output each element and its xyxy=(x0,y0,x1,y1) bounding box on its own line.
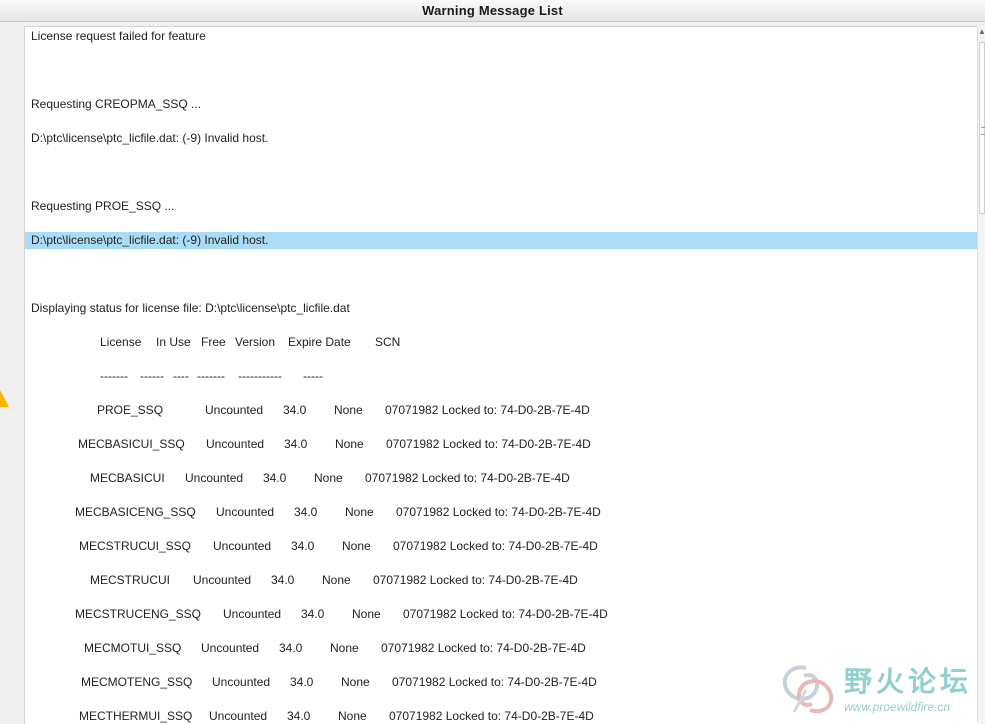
table-separator: ----- xyxy=(303,369,323,383)
version-value: 34.0 xyxy=(294,505,318,519)
version-value: 34.0 xyxy=(279,641,303,655)
table-row[interactable]: MECSTRUCUI_SSQ Uncounted 34.0 None 07071982 … xyxy=(25,538,978,555)
expire-value: None xyxy=(322,573,351,587)
scn-value: 07071982 Locked to: 74-D0-2B-7E-4D xyxy=(403,607,608,621)
message-line[interactable] xyxy=(25,266,978,283)
message-text: Requesting PROE_SSQ ... xyxy=(31,199,175,213)
message-text: Displaying status for license file: D:\p… xyxy=(31,301,350,315)
scn-value: 07071982 Locked to: 74-D0-2B-7E-4D xyxy=(373,573,578,587)
message-text: License request failed for feature xyxy=(31,29,206,43)
in-use-value: Uncounted xyxy=(209,709,268,723)
license-name: MECBASICENG_SSQ xyxy=(75,505,196,519)
window-title: Warning Message List xyxy=(0,0,985,22)
table-separator: ------- xyxy=(197,369,225,383)
left-gutter xyxy=(0,22,23,723)
table-row[interactable]: MECMOTENG_SSQ Uncounted 34.0 None 07071982 L… xyxy=(25,674,978,691)
scn-value: 07071982 Locked to: 74-D0-2B-7E-4D xyxy=(396,505,601,519)
scn-value: 07071982 Locked to: 74-D0-2B-7E-4D xyxy=(393,539,598,553)
message-line[interactable]: Displaying status for license file: D:\p… xyxy=(25,300,978,317)
message-text: D:\ptc\license\ptc_licfile.dat: (-9) Inv… xyxy=(31,233,269,247)
version-value: 34.0 xyxy=(287,709,311,723)
table-row[interactable]: PROE_SSQ Uncounted 34.0 None 07071982 Locked… xyxy=(25,402,978,419)
table-row[interactable]: MECMOTUI_SSQ Uncounted 34.0 None 07071982 Lo… xyxy=(25,640,978,657)
message-text: D:\ptc\license\ptc_licfile.dat: (-9) Inv… xyxy=(31,131,269,145)
in-use-value: Uncounted xyxy=(201,641,260,655)
table-row[interactable]: MECSTRUCUI Uncounted 34.0 None 07071982 Lock… xyxy=(25,572,978,589)
message-line[interactable]: D:\ptc\license\ptc_licfile.dat: (-9) Inv… xyxy=(25,232,978,249)
message-line[interactable]: Requesting CREOPMA_SSQ ... xyxy=(25,96,978,113)
warning-icon xyxy=(0,390,9,407)
table-separator: ------- xyxy=(100,369,128,383)
scroll-thumb[interactable] xyxy=(979,42,985,214)
expire-value: None xyxy=(352,607,381,621)
in-use-value: Uncounted xyxy=(212,675,271,689)
scn-value: 07071982 Locked to: 74-D0-2B-7E-4D xyxy=(386,437,591,451)
grip-icon xyxy=(981,127,985,135)
message-text: Requesting CREOPMA_SSQ ... xyxy=(31,97,202,111)
in-use-value: Uncounted xyxy=(205,403,264,417)
table-row[interactable]: MECBASICUI Uncounted 34.0 None 07071982 Lock… xyxy=(25,470,978,487)
license-table-header[interactable]: License In Use Free Version Expire Date SCN xyxy=(25,334,978,351)
expire-value: None xyxy=(330,641,359,655)
license-name: MECBASICUI xyxy=(90,471,165,485)
version-value: 34.0 xyxy=(284,437,308,451)
table-header-cell: Free xyxy=(201,335,226,349)
in-use-value: Uncounted xyxy=(223,607,282,621)
version-value: 34.0 xyxy=(283,403,307,417)
in-use-value: Uncounted xyxy=(216,505,275,519)
table-header-cell: Expire Date xyxy=(288,335,351,349)
message-line[interactable]: Requesting PROE_SSQ ... xyxy=(25,198,978,215)
table-row[interactable]: MECBASICUI_SSQ Uncounted 34.0 None 07071982 … xyxy=(25,436,978,453)
scn-value: 07071982 Locked to: 74-D0-2B-7E-4D xyxy=(392,675,597,689)
table-header-cell: In Use xyxy=(156,335,191,349)
license-name: MECSTRUCUI_SSQ xyxy=(79,539,192,553)
expire-value: None xyxy=(341,675,370,689)
expire-value: None xyxy=(345,505,374,519)
license-name: MECBASICUI_SSQ xyxy=(78,437,185,451)
vertical-scrollbar[interactable]: ▲ xyxy=(977,26,985,723)
license-table-separator[interactable]: ------- ------ ---- ------- ----------- ----- xyxy=(25,368,978,385)
expire-value: None xyxy=(335,437,364,451)
table-separator: ----------- xyxy=(238,369,282,383)
license-name: MECTHERMUI_SSQ xyxy=(79,709,193,723)
chevron-up-icon[interactable]: ▲ xyxy=(978,26,985,38)
in-use-value: Uncounted xyxy=(206,437,265,451)
license-name: PROE_SSQ xyxy=(97,403,164,417)
table-row[interactable]: MECBASICENG_SSQ Uncounted 34.0 None 07071982… xyxy=(25,504,978,521)
version-value: 34.0 xyxy=(290,675,314,689)
expire-value: None xyxy=(334,403,363,417)
in-use-value: Uncounted xyxy=(193,573,252,587)
in-use-value: Uncounted xyxy=(213,539,272,553)
scn-value: 07071982 Locked to: 74-D0-2B-7E-4D xyxy=(381,641,586,655)
license-name: MECSTRUCUI xyxy=(90,573,170,587)
license-name: MECSTRUCENG_SSQ xyxy=(75,607,202,621)
message-line[interactable] xyxy=(25,164,978,181)
expire-value: None xyxy=(314,471,343,485)
message-line[interactable]: D:\ptc\license\ptc_licfile.dat: (-9) Inv… xyxy=(25,130,978,147)
version-value: 34.0 xyxy=(301,607,325,621)
table-header-cell: Version xyxy=(235,335,276,349)
table-row[interactable]: MECTHERMUI_SSQ Uncounted 34.0 None 07071982 … xyxy=(25,708,978,724)
message-line[interactable]: License request failed for feature xyxy=(25,28,978,45)
scn-value: 07071982 Locked to: 74-D0-2B-7E-4D xyxy=(365,471,570,485)
license-name: MECMOTENG_SSQ xyxy=(81,675,193,689)
table-row[interactable]: MECSTRUCENG_SSQ Uncounted 34.0 None 07071982… xyxy=(25,606,978,623)
license-name: MECMOTUI_SSQ xyxy=(84,641,182,655)
table-separator: ---- xyxy=(173,369,189,383)
expire-value: None xyxy=(342,539,371,553)
version-value: 34.0 xyxy=(263,471,287,485)
scn-value: 07071982 Locked to: 74-D0-2B-7E-4D xyxy=(389,709,594,723)
message-line[interactable] xyxy=(25,62,978,79)
table-header-cell: SCN xyxy=(375,335,401,349)
in-use-value: Uncounted xyxy=(185,471,244,485)
scn-value: 07071982 Locked to: 74-D0-2B-7E-4D xyxy=(385,403,590,417)
message-list[interactable]: License request failed for feature Reques… xyxy=(24,26,978,724)
table-separator: ------ xyxy=(140,369,164,383)
version-value: 34.0 xyxy=(271,573,295,587)
version-value: 34.0 xyxy=(291,539,315,553)
expire-value: None xyxy=(338,709,367,723)
table-header-cell: License xyxy=(100,335,142,349)
